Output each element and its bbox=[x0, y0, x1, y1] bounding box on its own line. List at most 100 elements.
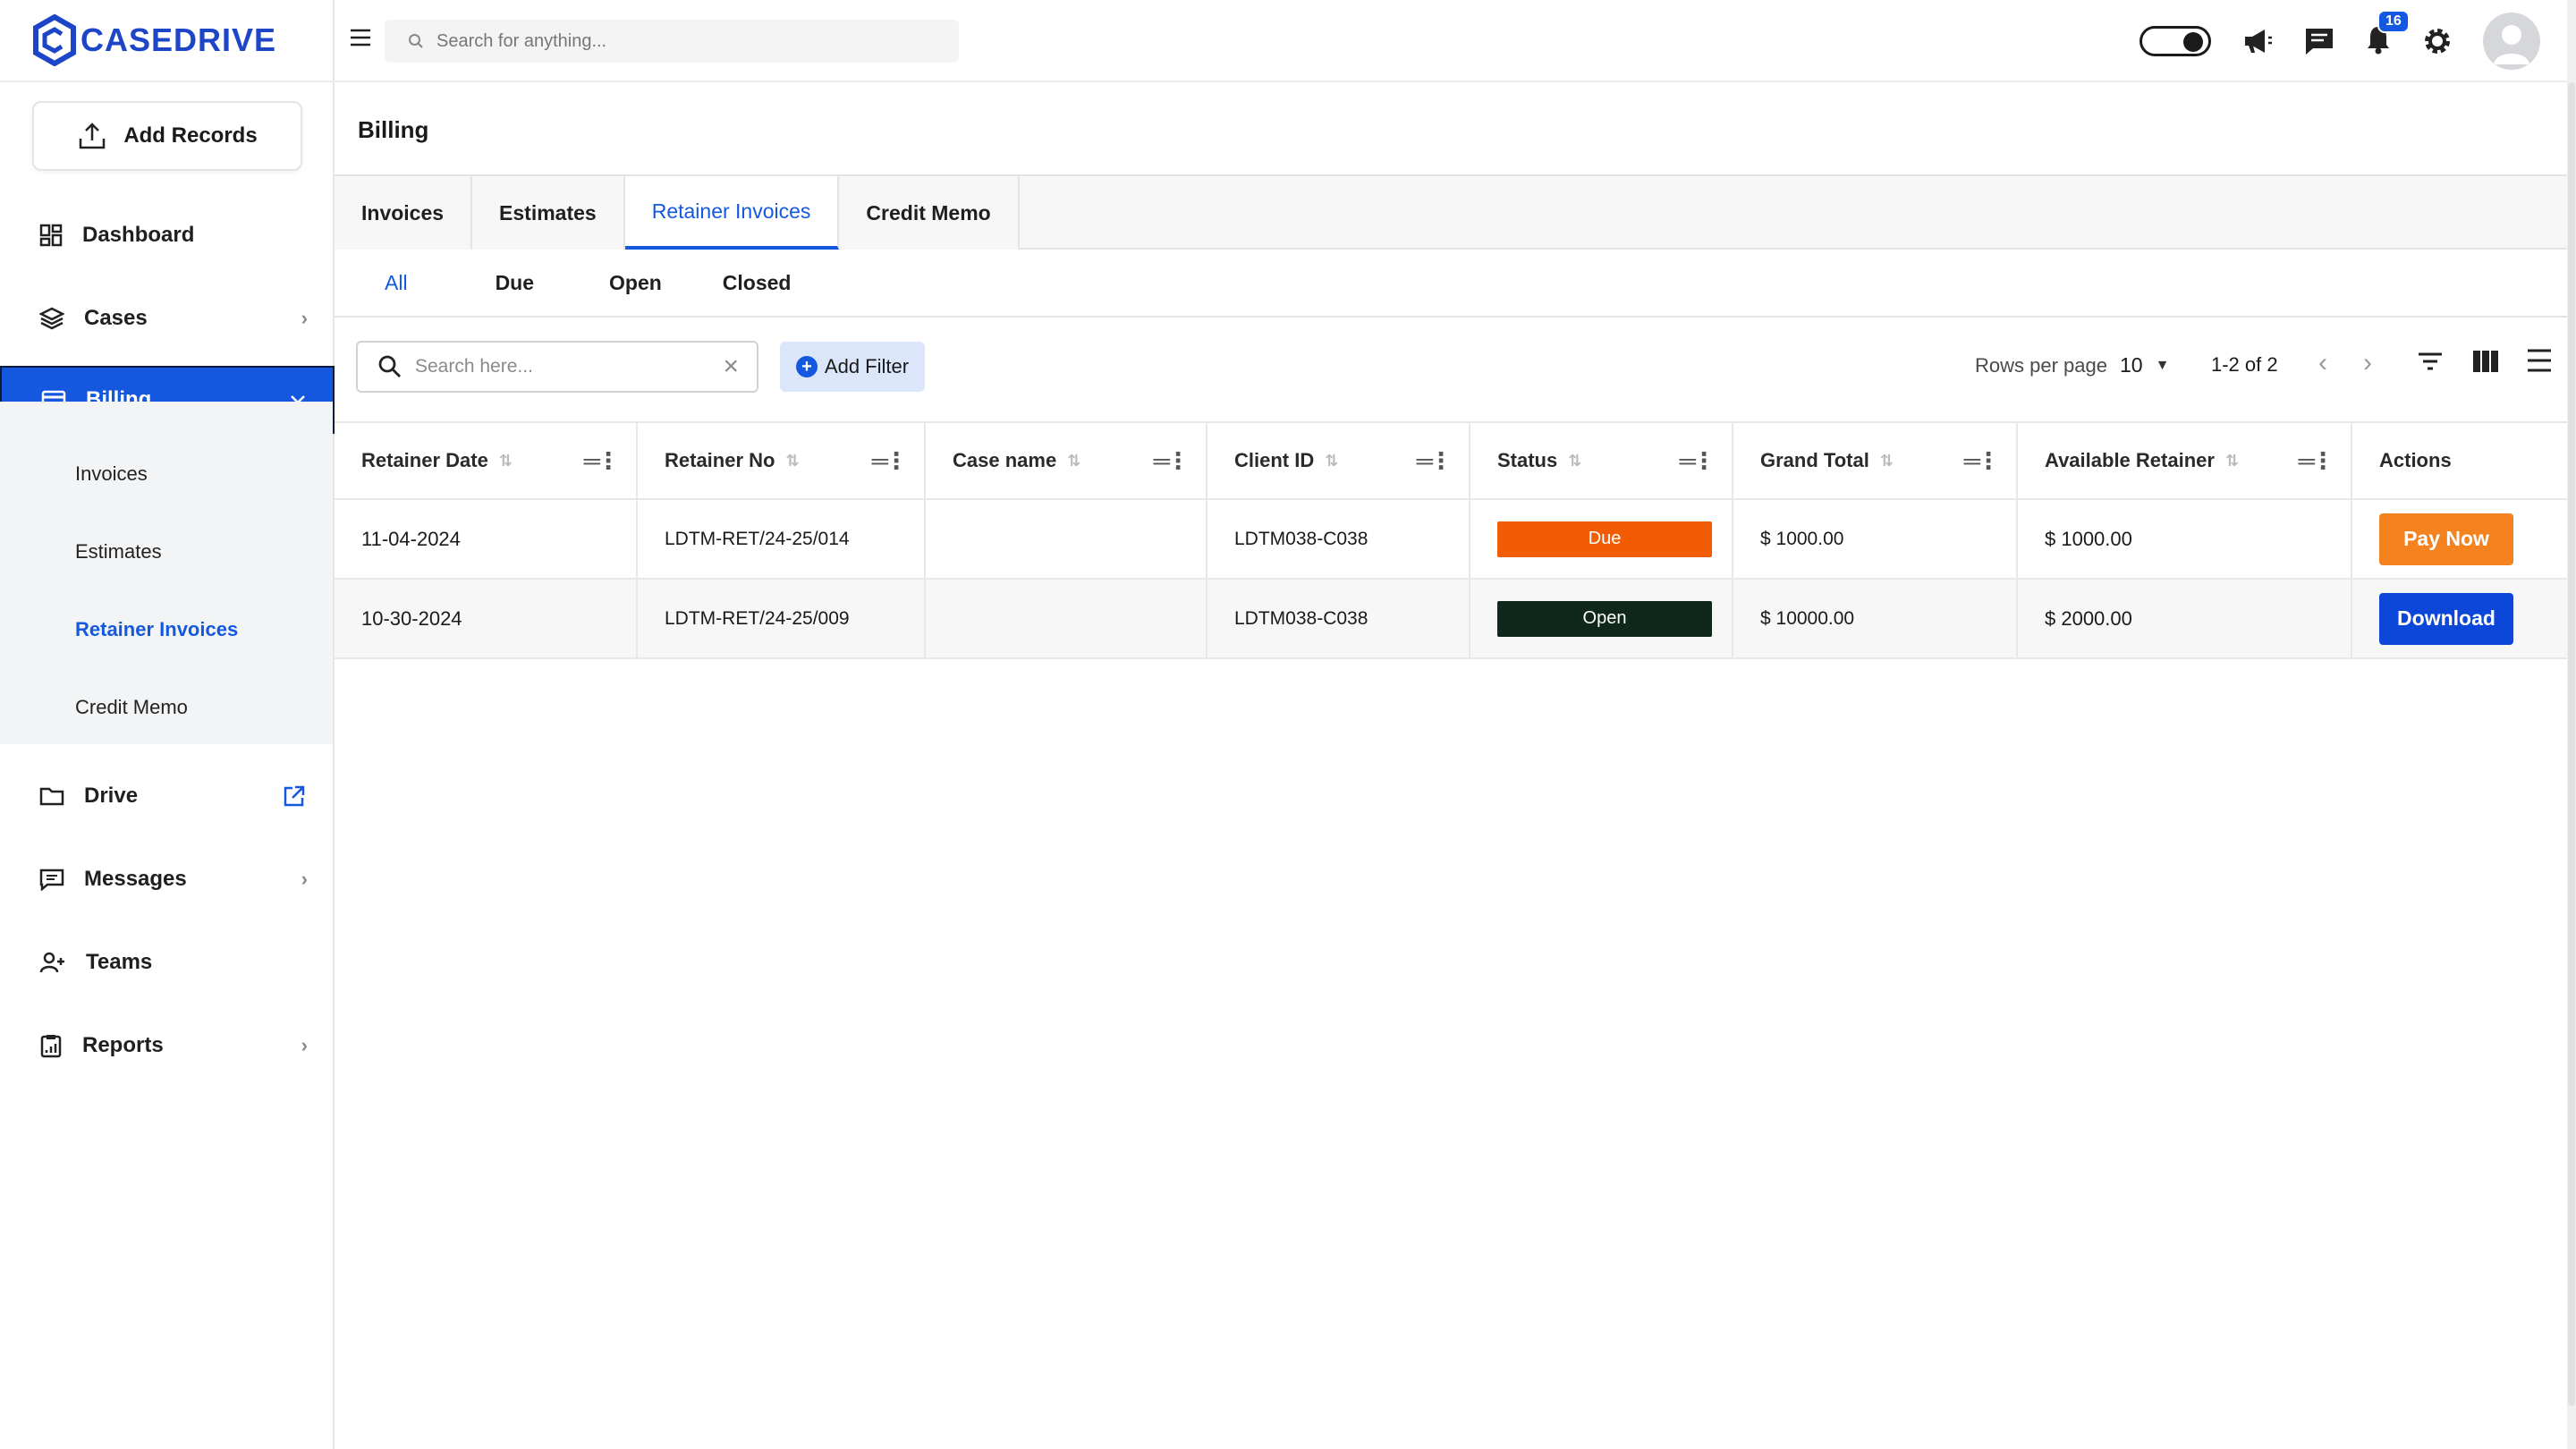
column-header-case-name[interactable]: Case name ⇅ ═ ⋮ bbox=[926, 423, 1208, 498]
rows-per-page-select[interactable]: 10 bbox=[2120, 353, 2143, 377]
column-header-retainer-no[interactable]: Retainer No ⇅ ═ ⋮ bbox=[638, 423, 926, 498]
cell-grand-total: $ 10000.00 bbox=[1733, 580, 2018, 657]
column-header-available-retainer[interactable]: Available Retainer ⇅ ═ ⋮ bbox=[2018, 423, 2352, 498]
sort-icon[interactable]: ⇅ bbox=[2225, 452, 2239, 470]
column-label: Case name bbox=[953, 449, 1057, 471]
submenu-item-invoices[interactable]: Invoices bbox=[75, 462, 148, 486]
main-content: Billing Invoices Estimates Retainer Invo… bbox=[335, 82, 2567, 1449]
cell-available-retainer: $ 2000.00 bbox=[2018, 580, 2352, 657]
add-records-button[interactable]: Add Records bbox=[32, 101, 302, 171]
tab-invoices[interactable]: Invoices bbox=[335, 176, 473, 250]
column-menu-icon[interactable]: ⋮ bbox=[1977, 447, 2000, 475]
columns-icon[interactable] bbox=[2472, 350, 2499, 373]
column-header-client-id[interactable]: Client ID ⇅ ═ ⋮ bbox=[1208, 423, 1470, 498]
sidebar-item-teams[interactable]: Teams bbox=[0, 928, 335, 997]
cell-retainer-date: 11-04-2024 bbox=[335, 500, 638, 578]
subtab-due[interactable]: Due bbox=[496, 271, 534, 295]
submenu-item-estimates[interactable]: Estimates bbox=[75, 540, 162, 564]
top-bar: Search for anything... 16 bbox=[335, 0, 2576, 82]
sort-icon[interactable]: ⇅ bbox=[1880, 452, 1894, 470]
cell-retainer-no: LDTM-RET/24-25/014 bbox=[638, 500, 926, 578]
cell-status: Open bbox=[1470, 580, 1733, 657]
tab-estimates[interactable]: Estimates bbox=[472, 176, 625, 250]
column-menu-icon[interactable]: ⋮ bbox=[2311, 447, 2334, 475]
subtab-all[interactable]: All bbox=[385, 271, 408, 295]
column-menu-icon[interactable]: ⋮ bbox=[1692, 447, 1716, 475]
global-search-input[interactable]: Search for anything... bbox=[385, 20, 959, 63]
tab-retainer-invoices[interactable]: Retainer Invoices bbox=[624, 176, 840, 250]
pay-now-button[interactable]: Pay Now bbox=[2379, 513, 2513, 565]
top-actions: 16 bbox=[2140, 0, 2540, 82]
sidebar-item-dashboard[interactable]: Dashboard bbox=[0, 200, 335, 270]
subtab-open[interactable]: Open bbox=[609, 271, 662, 295]
sort-icon[interactable]: ⇅ bbox=[1568, 452, 1581, 470]
sort-icon[interactable]: ⇅ bbox=[1067, 452, 1080, 470]
rows-per-page: Rows per page 10 ▼ bbox=[1975, 353, 2169, 377]
clear-search-icon[interactable]: × bbox=[723, 352, 739, 382]
column-header-grand-total[interactable]: Grand Total ⇅ ═ ⋮ bbox=[1733, 423, 2018, 498]
next-page-icon[interactable]: › bbox=[2363, 348, 2372, 378]
submenu-item-credit-memo[interactable]: Credit Memo bbox=[75, 696, 188, 719]
team-icon bbox=[39, 952, 64, 973]
logo[interactable]: CASEDRIVE bbox=[32, 13, 276, 68]
layers-icon bbox=[39, 307, 64, 330]
status-badge: Open bbox=[1497, 600, 1712, 637]
chevron-right-icon: › bbox=[301, 307, 308, 329]
scrollbar-thumb[interactable] bbox=[2568, 82, 2575, 1406]
add-filter-label: Add Filter bbox=[824, 355, 910, 377]
dashboard-icon bbox=[39, 224, 63, 247]
search-icon bbox=[378, 355, 401, 377]
column-header-retainer-date[interactable]: Retainer Date ⇅ ═ ⋮ bbox=[335, 423, 638, 498]
table-search-input[interactable]: Search here... × bbox=[356, 341, 758, 393]
density-icon[interactable] bbox=[2526, 348, 2553, 373]
column-menu-icon[interactable]: ⋮ bbox=[885, 447, 908, 475]
table-row[interactable]: 10-30-2024 LDTM-RET/24-25/009 LDTM038-C0… bbox=[335, 580, 2567, 659]
sort-icon[interactable]: ⇅ bbox=[499, 452, 513, 470]
download-button[interactable]: Download bbox=[2379, 592, 2513, 645]
submenu-item-retainer-invoices[interactable]: Retainer Invoices bbox=[75, 618, 238, 641]
upload-icon bbox=[80, 123, 106, 149]
cell-available-retainer: $ 1000.00 bbox=[2018, 500, 2352, 578]
sidebar-item-drive[interactable]: Drive bbox=[0, 761, 335, 831]
column-label: Retainer No bbox=[665, 449, 775, 471]
chevron-right-icon: › bbox=[301, 1034, 308, 1056]
sidebar-item-label: Dashboard bbox=[82, 223, 195, 247]
sort-icon[interactable]: ⇅ bbox=[785, 452, 799, 470]
table-row[interactable]: 11-04-2024 LDTM-RET/24-25/014 LDTM038-C0… bbox=[335, 500, 2567, 580]
cell-actions: Pay Now bbox=[2352, 500, 2567, 578]
prev-page-icon[interactable]: ‹ bbox=[2318, 348, 2327, 378]
billing-submenu: Invoices Estimates Retainer Invoices Cre… bbox=[0, 402, 333, 744]
sort-icon[interactable]: ⇅ bbox=[1325, 452, 1338, 470]
subtab-closed[interactable]: Closed bbox=[723, 271, 792, 295]
table-toolbar: Search here... × + Add Filter Rows per p… bbox=[335, 319, 2567, 409]
chat-icon[interactable] bbox=[2304, 27, 2334, 55]
menu-icon[interactable] bbox=[349, 27, 372, 48]
sidebar-item-label: Cases bbox=[84, 306, 148, 330]
page-scrollbar[interactable] bbox=[2567, 0, 2576, 1449]
sidebar-item-cases[interactable]: Cases › bbox=[0, 284, 335, 353]
cell-case-name bbox=[926, 500, 1208, 578]
status-badge: Due bbox=[1497, 521, 1712, 557]
column-menu-icon[interactable]: ⋮ bbox=[1429, 447, 1453, 475]
column-label: Grand Total bbox=[1760, 449, 1869, 471]
add-filter-button[interactable]: + Add Filter bbox=[780, 342, 925, 392]
tab-credit-memo[interactable]: Credit Memo bbox=[839, 176, 1020, 250]
theme-toggle[interactable] bbox=[2140, 26, 2211, 56]
sidebar-item-messages[interactable]: Messages › bbox=[0, 844, 335, 914]
filter-list-icon[interactable] bbox=[2417, 352, 2444, 371]
megaphone-icon[interactable] bbox=[2241, 27, 2274, 55]
external-link-icon[interactable] bbox=[283, 784, 306, 808]
column-header-status[interactable]: Status ⇅ ═ ⋮ bbox=[1470, 423, 1733, 498]
sidebar: CASEDRIVE Add Records Dashboard Cases › … bbox=[0, 0, 335, 1449]
column-menu-icon[interactable]: ⋮ bbox=[1166, 447, 1190, 475]
sidebar-item-label: Messages bbox=[84, 867, 187, 891]
table-search-placeholder: Search here... bbox=[415, 356, 533, 377]
column-menu-icon[interactable]: ⋮ bbox=[597, 447, 620, 475]
sidebar-item-reports[interactable]: Reports › bbox=[0, 1011, 335, 1080]
notifications[interactable]: 16 bbox=[2365, 9, 2410, 59]
table-header-row: Retainer Date ⇅ ═ ⋮ Retainer No ⇅ ═ ⋮ Case nam… bbox=[335, 421, 2567, 500]
cell-actions: Download bbox=[2352, 580, 2567, 657]
user-avatar[interactable] bbox=[2483, 13, 2540, 70]
caret-down-icon[interactable]: ▼ bbox=[2156, 358, 2170, 374]
gear-icon[interactable] bbox=[2422, 26, 2453, 56]
